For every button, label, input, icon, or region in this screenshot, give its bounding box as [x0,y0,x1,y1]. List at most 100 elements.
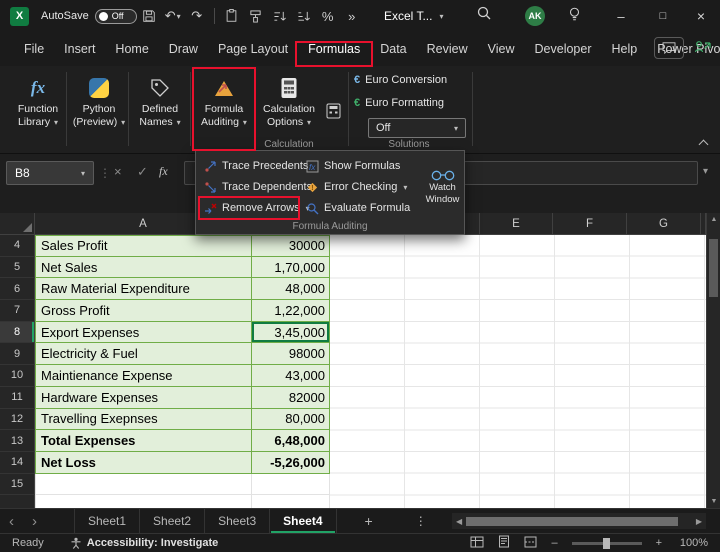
cell-value[interactable] [252,474,330,496]
row-header[interactable]: 9 [0,343,35,365]
tab-review[interactable]: Review [417,32,478,66]
zoom-slider[interactable] [572,542,642,545]
horizontal-scrollbar[interactable]: ◀ ▶ [452,513,706,529]
page-layout-view-icon[interactable] [498,535,510,551]
menu-item-error-checking[interactable]: ! Error Checking ▾ [302,177,419,197]
tab-data[interactable]: Data [370,32,416,66]
save-icon[interactable] [137,4,161,28]
undo-button[interactable]: ↶▾ [161,4,185,28]
scroll-down-icon[interactable]: ▼ [707,498,720,505]
cell-label[interactable]: Sales Profit [35,235,252,257]
tab-help[interactable]: Help [602,32,648,66]
row-header[interactable] [0,495,35,508]
euro-formatting-button[interactable]: € Euro Formatting [354,97,444,109]
row-header[interactable]: 6 [0,278,35,300]
scroll-right-icon[interactable]: ▶ [692,517,706,526]
cell-value[interactable]: 82000 [252,387,330,409]
tab-formulas[interactable]: Formulas [298,32,370,66]
cell-value[interactable]: 1,22,000 [252,300,330,322]
cell-label[interactable] [35,495,252,508]
sheet-options-icon[interactable]: ⋮ [415,514,427,528]
menu-item-trace-precedents[interactable]: Trace Precedents [200,156,298,176]
accessibility-status[interactable]: Accessibility: Investigate [70,537,218,549]
cell-value[interactable]: -5,26,000 [252,452,330,474]
autosave-toggle[interactable]: Off [95,9,137,24]
euro-conversion-button[interactable]: € Euro Conversion [354,74,447,86]
cell-label[interactable]: Net Loss [35,452,252,474]
cell-label[interactable]: Raw Material Expenditure [35,278,252,300]
more-commands-icon[interactable]: » [340,4,364,28]
menu-item-evaluate-formula[interactable]: Evaluate Formula [302,198,419,218]
zoom-slider-thumb[interactable] [603,538,610,549]
tab-insert[interactable]: Insert [54,32,105,66]
sheet-nav-left-icon[interactable]: ‹ [0,513,23,530]
horizontal-scrollbar-thumb[interactable] [466,517,678,526]
insert-function-icon[interactable]: fx [159,164,168,179]
sheet-tab-sheet1[interactable]: Sheet1 [75,509,140,534]
calculate-sheet-button[interactable] [326,103,341,119]
page-break-view-icon[interactable] [524,536,537,551]
sort-ascending-icon[interactable] [268,4,292,28]
vertical-scrollbar[interactable]: ▲ ▼ [706,213,720,508]
sheet-tab-sheet2[interactable]: Sheet2 [140,509,205,534]
row-header[interactable]: 7 [0,300,35,322]
format-painter-icon[interactable] [244,4,268,28]
row-header[interactable]: 15 [0,474,35,496]
close-button[interactable]: × [682,0,720,32]
tab-developer[interactable]: Developer [525,32,602,66]
row-header[interactable]: 13 [0,430,35,452]
cell-value[interactable]: 98000 [252,343,330,365]
tab-file[interactable]: File [14,32,54,66]
document-title[interactable]: Excel T... ▾ [384,0,443,32]
formula-auditing-button[interactable]: Formula Auditing ▾ [195,70,253,148]
cell-value[interactable] [252,495,330,508]
watch-window-button[interactable]: Watch Window [422,155,463,219]
zoom-out-icon[interactable]: – [551,537,557,549]
row-header[interactable]: 4 [0,235,35,257]
collapse-ribbon-icon[interactable] [700,139,708,147]
search-icon[interactable] [476,5,492,26]
row-header[interactable]: 8 [0,322,35,344]
percent-icon[interactable]: % [316,4,340,28]
cell-value[interactable]: 80,000 [252,409,330,431]
calculation-options-button[interactable]: Calculation Options ▾ [258,70,320,148]
scroll-up-icon[interactable]: ▲ [707,216,720,223]
select-all-corner[interactable] [0,213,35,235]
menu-item-show-formulas[interactable]: fx Show Formulas [302,156,419,176]
formula-bar-grip-icon[interactable]: ⋮ [99,166,111,180]
defined-names-button[interactable]: Defined Names ▾ [131,70,189,148]
expand-formula-bar-icon[interactable]: ▾ [703,166,708,177]
comments-icon[interactable] [654,37,684,59]
function-library-button[interactable]: fx Function Library ▾ [9,70,67,148]
solutions-dropdown[interactable]: Off ▾ [368,118,466,138]
zoom-in-icon[interactable]: + [656,537,662,549]
sheet-nav-right-icon[interactable]: › [23,513,46,530]
vertical-scrollbar-thumb[interactable] [709,239,718,297]
cell-label[interactable]: Hardware Expenses [35,387,252,409]
tab-view[interactable]: View [478,32,525,66]
share-icon[interactable] [694,39,712,57]
name-box[interactable]: B8 ▾ [6,161,94,185]
python-preview-button[interactable]: Python (Preview) ▾ [70,70,128,148]
cancel-icon[interactable]: × [114,164,122,179]
sort-descending-icon[interactable] [292,4,316,28]
cell-label[interactable]: Total Expenses [35,430,252,452]
scroll-left-icon[interactable]: ◀ [452,517,466,526]
cell-label[interactable]: Net Sales [35,257,252,279]
row-header[interactable]: 5 [0,257,35,279]
column-header-g[interactable]: G [627,213,701,235]
sheet-tab-sheet4[interactable]: Sheet4 [270,509,336,534]
zoom-level[interactable]: 100% [676,537,708,549]
lightbulb-icon[interactable] [567,6,582,27]
selected-cell-b8[interactable]: 3,45,000 [252,322,330,344]
redo-button[interactable]: ↷ [185,4,209,28]
add-sheet-icon[interactable]: + [365,513,373,529]
cell-label[interactable]: Maintienance Expense [35,365,252,387]
cell-value[interactable]: 6,48,000 [252,430,330,452]
cell-label[interactable]: Travelling Exepnses [35,409,252,431]
tab-home[interactable]: Home [105,32,158,66]
maximize-button[interactable]: □ [644,0,682,32]
cell-value[interactable]: 30000 [252,235,330,257]
tab-page-layout[interactable]: Page Layout [208,32,298,66]
cell-label[interactable] [35,474,252,496]
